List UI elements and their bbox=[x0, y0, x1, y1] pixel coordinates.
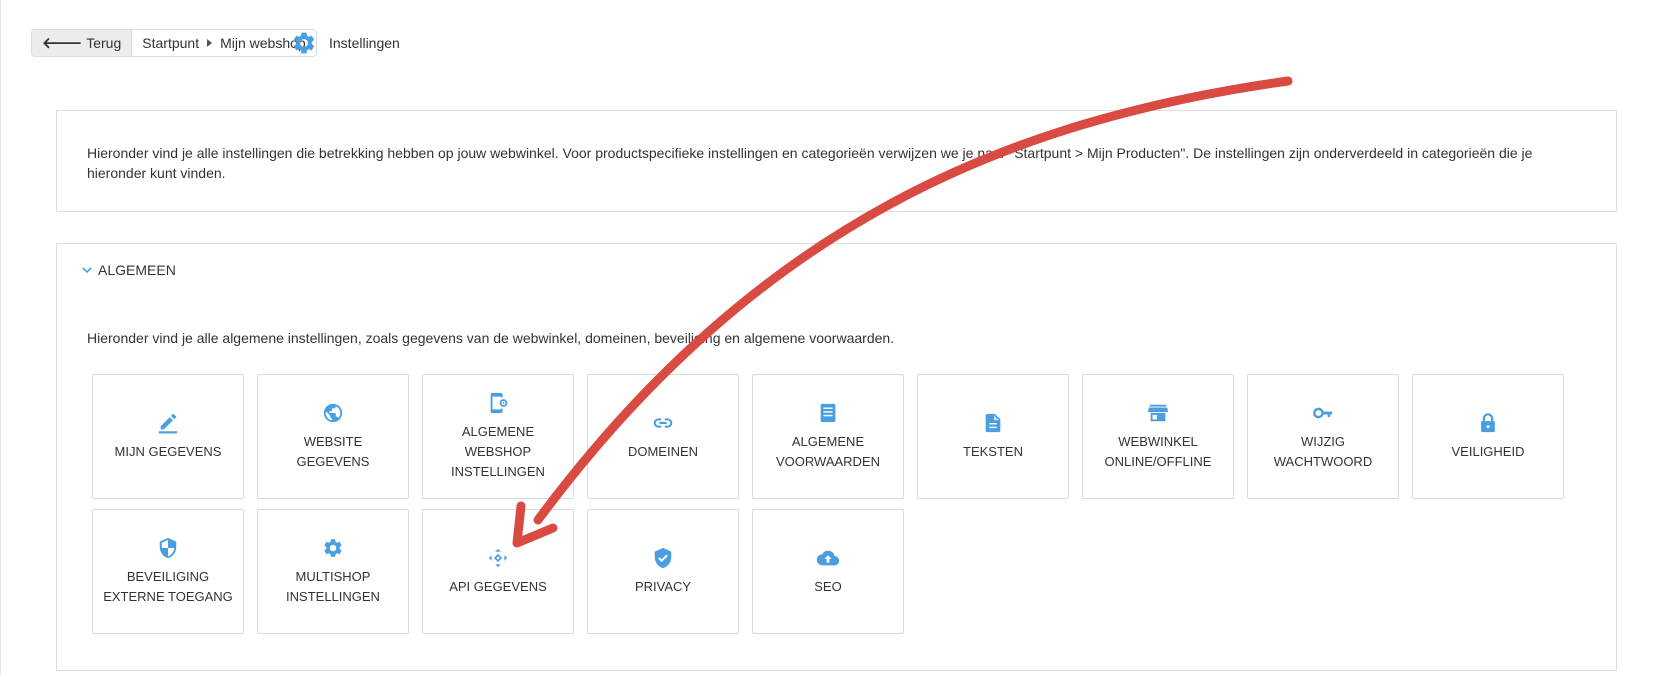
lock-icon bbox=[1481, 412, 1495, 432]
gear-icon bbox=[324, 538, 342, 557]
tile-label: ALGEMENE VOORWAARDEN bbox=[775, 433, 880, 469]
tile-mijn-gegevens[interactable]: MIJN GEGEVENS bbox=[92, 374, 244, 499]
page-title-text: Instellingen bbox=[329, 35, 400, 51]
verified-shield-icon bbox=[654, 547, 672, 568]
cloud-upload-icon bbox=[817, 550, 839, 565]
api-icon bbox=[488, 548, 508, 567]
text-file-icon bbox=[985, 413, 1001, 432]
tile-algemene-voorwaarden[interactable]: ALGEMENE VOORWAARDEN bbox=[752, 374, 904, 499]
intro-text: Hieronder vind je alle instellingen die … bbox=[87, 145, 1533, 181]
caret-right-icon bbox=[207, 39, 213, 47]
tile-label: ALGEMENE WEBSHOP INSTELLINGEN bbox=[451, 423, 545, 479]
gear-icon bbox=[293, 32, 315, 54]
back-button[interactable]: 🡐 Terug bbox=[32, 30, 133, 56]
tile-teksten[interactable]: TEKSTEN bbox=[917, 374, 1069, 499]
tile-multishop-instellingen[interactable]: MULTISHOP INSTELLINGEN bbox=[257, 509, 409, 634]
tile-label: BEVEILIGING EXTERNE TOEGANG bbox=[103, 568, 233, 604]
arrow-left-icon: 🡐 bbox=[42, 34, 83, 52]
tile-label: WIJZIG WACHTWOORD bbox=[1273, 433, 1373, 469]
tile-label: TEKSTEN bbox=[963, 443, 1023, 459]
tile-veiligheid[interactable]: VEILIGHEID bbox=[1412, 374, 1564, 499]
tile-label: WEBWINKEL ONLINE/OFFLINE bbox=[1104, 433, 1212, 469]
breadcrumb-item-startpunt[interactable]: Startpunt bbox=[142, 35, 199, 51]
phone-settings-icon bbox=[490, 392, 508, 413]
tile-website-gegevens[interactable]: WEBSITE GEGEVENS bbox=[257, 374, 409, 499]
chevron-down-icon bbox=[82, 267, 92, 274]
section-description: Hieronder vind je alle algemene instelli… bbox=[87, 330, 895, 346]
tile-label: WEBSITE GEGEVENS bbox=[296, 433, 370, 469]
globe-icon bbox=[323, 403, 343, 422]
tile-algemene-webshop-instellingen[interactable]: ALGEMENE WEBSHOP INSTELLINGEN bbox=[422, 374, 574, 499]
document-list-icon bbox=[820, 403, 836, 422]
intro-panel: Hieronder vind je alle instellingen die … bbox=[56, 110, 1617, 212]
section-title: ALGEMEEN bbox=[98, 262, 176, 278]
back-button-label: Terug bbox=[86, 35, 122, 51]
tile-privacy[interactable]: PRIVACY bbox=[587, 509, 739, 634]
page: 🡐 Terug Startpunt Mijn webshop Instellin… bbox=[0, 0, 1670, 675]
tile-label: API GEGEVENS bbox=[449, 578, 547, 594]
tile-label: MULTISHOP INSTELLINGEN bbox=[286, 568, 380, 604]
page-title: Instellingen bbox=[291, 30, 400, 56]
tile-webwinkel-online-offline[interactable]: WEBWINKEL ONLINE/OFFLINE bbox=[1082, 374, 1234, 499]
tile-wijzig-wachtwoord[interactable]: WIJZIG WACHTWOORD bbox=[1247, 374, 1399, 499]
pencil-icon bbox=[158, 413, 178, 433]
tile-beveiliging-externe-toegang[interactable]: BEVEILIGING EXTERNE TOEGANG bbox=[92, 509, 244, 634]
tile-label: SEO bbox=[814, 578, 842, 594]
breadcrumb-path: Startpunt Mijn webshop bbox=[132, 30, 315, 56]
breadcrumb: 🡐 Terug Startpunt Mijn webshop bbox=[31, 29, 317, 57]
link-icon bbox=[653, 417, 673, 428]
tile-domeinen[interactable]: DOMEINEN bbox=[587, 374, 739, 499]
section-toggle[interactable]: ALGEMEEN bbox=[82, 262, 176, 278]
tile-label: VEILIGHEID bbox=[1451, 443, 1525, 459]
shield-icon bbox=[159, 537, 177, 558]
tile-label: PRIVACY bbox=[634, 578, 692, 594]
storefront-icon bbox=[1147, 404, 1169, 421]
section-algemeen: ALGEMEEN Hieronder vind je alle algemene… bbox=[56, 243, 1617, 671]
tile-api-gegevens[interactable]: API GEGEVENS bbox=[422, 509, 574, 634]
tile-label: MIJN GEGEVENS bbox=[114, 443, 222, 459]
tile-label: DOMEINEN bbox=[627, 443, 699, 459]
key-icon bbox=[1313, 407, 1333, 418]
tile-seo[interactable]: SEO bbox=[752, 509, 904, 634]
